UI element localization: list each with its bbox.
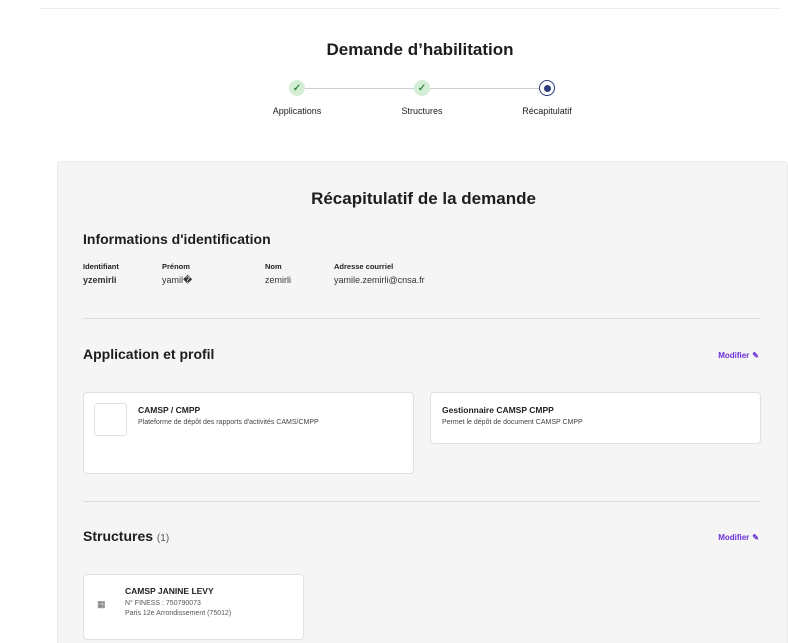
field-value: yzemirli bbox=[83, 275, 117, 285]
application-logo bbox=[94, 403, 127, 436]
pencil-icon: ✎ bbox=[752, 533, 759, 542]
field-email: Adresse courriel yamile.zemirli@cnsa.fr bbox=[334, 262, 425, 285]
profile-description: Permet le dépôt de document CAMSP CMPP bbox=[442, 419, 583, 426]
modify-label: Modifier bbox=[718, 533, 750, 542]
application-name: CAMSP / CMPP bbox=[138, 405, 201, 415]
structure-address: Paris 12e Arrondissement (75012) bbox=[125, 610, 232, 617]
field-label: Prénom bbox=[162, 262, 190, 271]
current-step-icon bbox=[539, 80, 555, 96]
section-divider bbox=[83, 501, 761, 502]
modify-label: Modifier bbox=[718, 351, 750, 360]
field-value: yamil� bbox=[162, 275, 193, 285]
step-recapitulatif: Récapitulatif bbox=[502, 80, 592, 116]
structures-title: Structures (1) bbox=[83, 528, 169, 544]
section-divider bbox=[83, 318, 761, 319]
field-identifiant: Identifiant yzemirli bbox=[83, 262, 119, 285]
application-description: Plateforme de dépôt des rapports d'activ… bbox=[138, 419, 319, 426]
step-label: Applications bbox=[272, 106, 322, 116]
structure-name: CAMSP JANINE LEVY bbox=[125, 586, 214, 596]
field-nom: Nom zemirli bbox=[265, 262, 291, 285]
step-label: Structures bbox=[401, 106, 443, 116]
structure-card: ▦ CAMSP JANINE LEVY N° FINESS : 75079007… bbox=[83, 574, 304, 640]
field-label: Identifiant bbox=[83, 262, 119, 271]
field-value: yamile.zemirli@cnsa.fr bbox=[334, 275, 425, 285]
application-title: Application et profil bbox=[83, 346, 215, 362]
check-icon: ✓ bbox=[414, 80, 430, 96]
recap-panel: Récapitulatif de la demande Informations… bbox=[57, 161, 788, 643]
identification-title: Informations d'identification bbox=[83, 231, 271, 247]
structures-count: (1) bbox=[156, 533, 170, 544]
check-icon: ✓ bbox=[289, 80, 305, 96]
structure-finess: N° FINESS : 750790073 bbox=[125, 600, 201, 607]
step-structures[interactable]: ✓ Structures bbox=[377, 80, 467, 116]
structures-title-text: Structures bbox=[83, 528, 154, 544]
step-label: Récapitulatif bbox=[522, 106, 572, 116]
profile-name: Gestionnaire CAMSP CMPP bbox=[442, 405, 554, 415]
top-divider bbox=[40, 8, 780, 9]
modify-structures-button[interactable]: Modifier ✎ bbox=[718, 533, 759, 542]
recap-title: Récapitulatif de la demande bbox=[311, 189, 536, 208]
application-card: CAMSP / CMPP Plateforme de dépôt des rap… bbox=[83, 392, 414, 474]
page-title: Demande d’habilitation bbox=[326, 40, 514, 59]
field-label: Adresse courriel bbox=[334, 262, 394, 271]
stepper: ✓ Applications ✓ Structures Récapitulati… bbox=[252, 80, 602, 130]
pencil-icon: ✎ bbox=[752, 351, 759, 360]
modify-application-button[interactable]: Modifier ✎ bbox=[718, 351, 759, 360]
profile-card: Gestionnaire CAMSP CMPP Permet le dépôt … bbox=[430, 392, 761, 444]
field-label: Nom bbox=[265, 262, 282, 271]
building-icon: ▦ bbox=[97, 599, 106, 609]
field-prenom: Prénom yamil� bbox=[162, 262, 192, 286]
step-applications[interactable]: ✓ Applications bbox=[252, 80, 342, 116]
field-value: zemirli bbox=[265, 275, 291, 285]
